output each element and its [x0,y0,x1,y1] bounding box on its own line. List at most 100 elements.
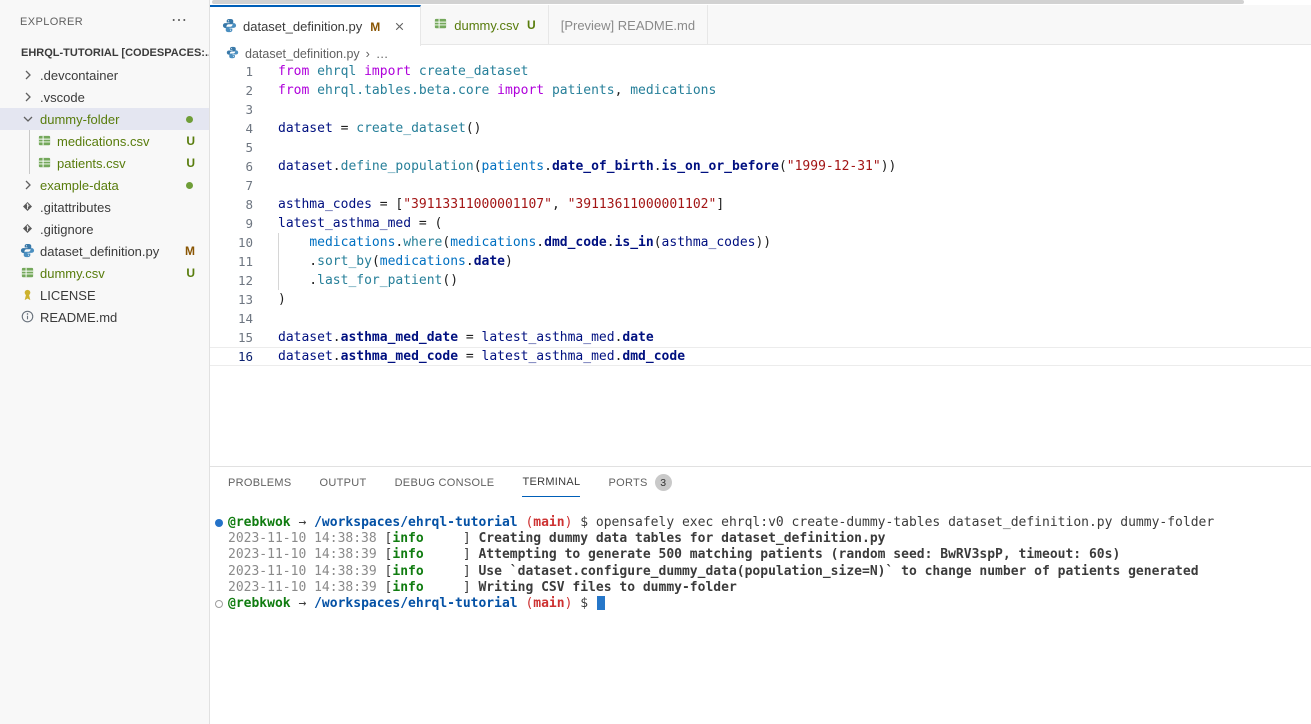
breadcrumb-file[interactable]: dataset_definition.py [245,47,360,61]
code-line-5[interactable]: 5 [210,138,1311,157]
explorer-more-actions-icon[interactable]: ⋯ [171,10,187,30]
project-root-row[interactable]: EHRQL-TUTORIAL [CODESPACES:... [0,42,209,64]
tab-dummy-csv[interactable]: dummy.csv U [421,5,548,45]
breadcrumb-separator-icon: › [366,47,370,61]
terminal-line-6: @rebkwok → /workspaces/ehrql-tutorial (m… [228,596,1214,612]
panel-tab-label: PROBLEMS [228,477,292,489]
chevron-down-icon [5,45,21,61]
line-number: 9 [210,214,253,233]
terminal-line-1: @rebkwok → /workspaces/ehrql-tutorial (m… [228,515,1214,531]
ports-count-badge: 3 [655,474,672,491]
tab-git-status-badge: U [527,18,536,32]
file-label: .gitignore [40,222,93,237]
command-decoration-icon[interactable] [215,519,223,527]
sidebar-item-patients-csv[interactable]: patients.csvU [0,152,209,174]
git-file-icon [20,199,36,215]
code-line-11[interactable]: 11 .sort_by(medications.date) [210,252,1311,271]
code-line-6[interactable]: 6 dataset.define_population(patients.date… [210,157,1311,176]
code-line-10[interactable]: 10 medications.where(medications.dmd_cod… [210,233,1311,252]
license-file-icon [20,287,36,303]
line-number: 6 [210,157,253,176]
chevron-right-icon [20,67,36,83]
code-line-13[interactable]: 13) [210,290,1311,309]
code-text: .sort_by(medications.date) [278,252,513,271]
file-label: .devcontainer [40,68,118,83]
terminal-line-5: 2023-11-10 14:38:39 [info ] Writing CSV … [228,580,1214,596]
terminal-output[interactable]: @rebkwok → /workspaces/ehrql-tutorial (m… [228,515,1214,612]
code-text: asthma_codes = ["39113311000001107", "39… [278,195,724,214]
chevron-right-icon [20,177,36,193]
code-editor[interactable]: 1from ehrql import create_dataset2from e… [210,62,1311,466]
line-number: 13 [210,290,253,309]
tab-dataset-definition-py[interactable]: dataset_definition.pyM [210,5,421,46]
sidebar-item-medications-csv[interactable]: medications.csv U [0,130,209,152]
sidebar-item--devcontainer[interactable]: .devcontainer [0,64,209,86]
sidebar-item--vscode[interactable]: .vscode [0,86,209,108]
modified-contents-dot [186,116,193,123]
code-line-2[interactable]: 2from ehrql.tables.beta.core import pati… [210,81,1311,100]
sidebar-item-dummy-csv[interactable]: dummy.csvU [0,262,209,284]
code-text: medications.where(medications.dmd_code.i… [278,233,771,252]
git-file-icon [20,221,36,237]
terminal-cursor [597,596,605,610]
tab--preview-readme-md[interactable]: [Preview] README.md [549,5,708,45]
project-root-label: EHRQL-TUTORIAL [CODESPACES:... [21,47,209,59]
command-pending-icon[interactable] [215,600,223,608]
code-text: dataset.define_population(patients.date_… [278,157,896,176]
tabbar-scrollbar[interactable] [212,0,1244,4]
file-label: dummy-folder [40,112,119,127]
line-number: 11 [210,252,253,271]
python-file-icon [20,243,36,259]
csv-file-icon [37,155,53,171]
breadcrumb-more[interactable]: … [376,47,389,61]
file-label: dataset_definition.py [40,244,159,259]
code-text: .last_for_patient() [278,271,458,290]
chevron-right-icon [20,89,36,105]
sidebar-item--gitattributes[interactable]: .gitattributes [0,196,209,218]
code-text: ) [278,290,286,309]
code-line-7[interactable]: 7 [210,176,1311,195]
terminal-line-4: 2023-11-10 14:38:39 [info ] Use `dataset… [228,564,1214,580]
code-line-16[interactable]: 16dataset.asthma_med_code = latest_asthm… [210,347,1311,366]
close-icon[interactable] [392,19,408,35]
sidebar-item--gitignore[interactable]: .gitignore [0,218,209,240]
code-text: from ehrql.tables.beta.core import patie… [278,81,716,100]
terminal-line-3: 2023-11-10 14:38:39 [info ] Attempting t… [228,547,1214,563]
panel-tab-ports[interactable]: PORTS3 [608,470,671,499]
editor-group: dataset_definition.pyM dummy.csv U [Preview… [210,0,1311,724]
tree-indent-guide [29,130,30,152]
tab-label: dummy.csv [454,18,519,33]
code-line-9[interactable]: 9latest_asthma_med = ( [210,214,1311,233]
code-text: dataset.asthma_med_code = latest_asthma_… [278,347,685,366]
panel-tab-label: OUTPUT [320,477,367,489]
code-line-12[interactable]: 12 .last_for_patient() [210,271,1311,290]
code-line-8[interactable]: 8asthma_codes = ["39113311000001107", "3… [210,195,1311,214]
line-number: 3 [210,100,253,119]
file-label: LICENSE [40,288,96,303]
line-number: 7 [210,176,253,195]
breadcrumb[interactable]: dataset_definition.py › … [210,46,1311,62]
terminal-line-2: 2023-11-10 14:38:38 [info ] Creating dum… [228,531,1214,547]
panel-tab-terminal[interactable]: TERMINAL [522,472,580,497]
git-status-badge: M [185,244,195,258]
panel-tab-label: DEBUG CONSOLE [395,477,495,489]
code-line-14[interactable]: 14 [210,309,1311,328]
git-status-badge: U [186,134,195,148]
code-text: dataset = create_dataset() [278,119,482,138]
code-line-1[interactable]: 1from ehrql import create_dataset [210,62,1311,81]
sidebar-item-dummy-folder[interactable]: dummy-folder [0,108,209,130]
sidebar-item-readme-md[interactable]: README.md [0,306,209,328]
code-line-4[interactable]: 4dataset = create_dataset() [210,119,1311,138]
sidebar-item-dataset-definition-py[interactable]: dataset_definition.py M [0,240,209,262]
bottom-panel: PROBLEMS OUTPUT DEBUG CONSOLE TERMINAL PORTS… [210,466,1311,724]
tab-label: dataset_definition.py [243,19,362,34]
info-file-icon [20,309,36,325]
code-line-3[interactable]: 3 [210,100,1311,119]
code-line-15[interactable]: 15dataset.asthma_med_date = latest_asthm… [210,328,1311,347]
panel-tab-problems[interactable]: PROBLEMS [228,473,292,497]
sidebar-item-example-data[interactable]: example-data [0,174,209,196]
file-label: medications.csv [57,134,149,149]
panel-tab-debug-console[interactable]: DEBUG CONSOLE [395,473,495,497]
sidebar-item-license[interactable]: LICENSE [0,284,209,306]
panel-tab-output[interactable]: OUTPUT [320,473,367,497]
